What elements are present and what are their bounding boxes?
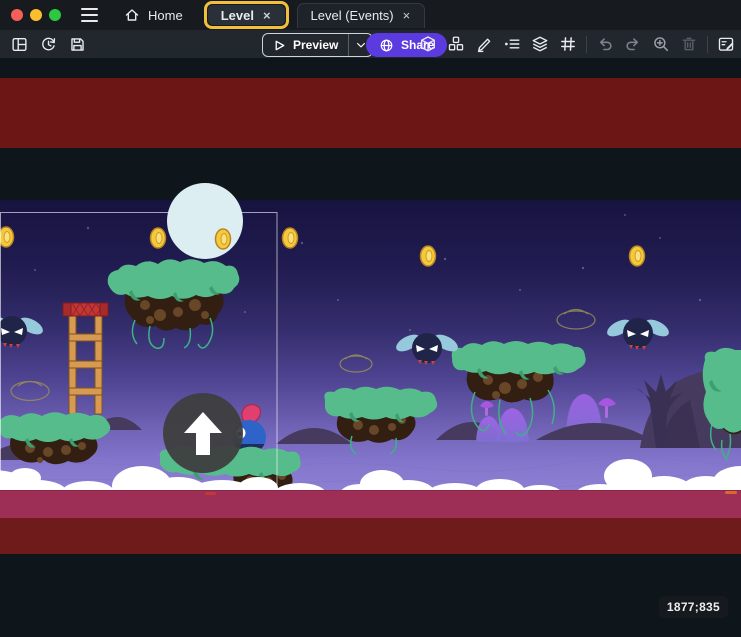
trash-icon[interactable] — [679, 34, 699, 54]
titlebar: Home Level × Level (Events) × — [0, 0, 741, 30]
preview-label: Preview — [291, 38, 348, 52]
preview-button[interactable]: Preview — [262, 33, 373, 57]
toolbar-left-group — [9, 30, 87, 58]
tab-strip: Home Level × Level (Events) × — [111, 0, 425, 30]
objects-group-icon[interactable] — [446, 34, 466, 54]
save-icon[interactable] — [67, 34, 87, 54]
zoom-in-icon[interactable] — [651, 34, 671, 54]
tab-label: Home — [148, 8, 183, 23]
toolbar-separator — [707, 36, 708, 53]
close-tab-icon[interactable]: × — [402, 9, 412, 22]
cursor-coordinates-badge: 1877;835 — [659, 596, 728, 618]
tab-level-events[interactable]: Level (Events) × — [297, 3, 426, 28]
hamburger-icon[interactable] — [81, 8, 98, 22]
globe-icon — [379, 38, 394, 53]
instances-list-icon[interactable] — [502, 34, 522, 54]
home-icon — [124, 7, 140, 23]
history-icon[interactable] — [38, 34, 58, 54]
edit-properties-icon[interactable] — [716, 34, 736, 54]
toolbar-separator — [586, 36, 587, 53]
ground-detail — [205, 492, 216, 495]
scene-editor-canvas[interactable]: 1877;835 — [0, 58, 741, 637]
close-window-button[interactable] — [11, 9, 23, 21]
tab-label: Level (Events) — [311, 8, 394, 23]
cube-icon[interactable] — [418, 34, 438, 54]
background-red-band — [0, 78, 741, 148]
pencil-icon[interactable] — [474, 34, 494, 54]
tab-home[interactable]: Home — [111, 3, 196, 28]
ground-strip — [0, 490, 741, 519]
game-scene — [0, 180, 741, 490]
toolbar-right-group — [418, 30, 736, 58]
undo-icon[interactable] — [595, 34, 615, 54]
panels-icon[interactable] — [9, 34, 29, 54]
minimize-window-button[interactable] — [30, 9, 42, 21]
grid-icon[interactable] — [558, 34, 578, 54]
coin[interactable] — [216, 229, 231, 249]
toolbar: Preview Share — [0, 30, 741, 58]
play-icon — [263, 38, 291, 53]
tab-label: Level — [221, 8, 254, 23]
moon[interactable] — [167, 183, 243, 259]
tab-level[interactable]: Level × — [208, 5, 285, 25]
layers-icon[interactable] — [530, 34, 550, 54]
close-tab-icon[interactable]: × — [262, 9, 272, 22]
tab-highlight-box: Level × — [204, 1, 289, 29]
jump-button[interactable] — [163, 393, 243, 473]
maximize-window-button[interactable] — [49, 9, 61, 21]
window-controls — [11, 9, 61, 21]
ground-detail — [725, 491, 737, 494]
lava-strip — [0, 518, 741, 554]
app-window: { "titlebar": { "traffic_lights": ["clos… — [0, 0, 741, 637]
redo-icon[interactable] — [623, 34, 643, 54]
